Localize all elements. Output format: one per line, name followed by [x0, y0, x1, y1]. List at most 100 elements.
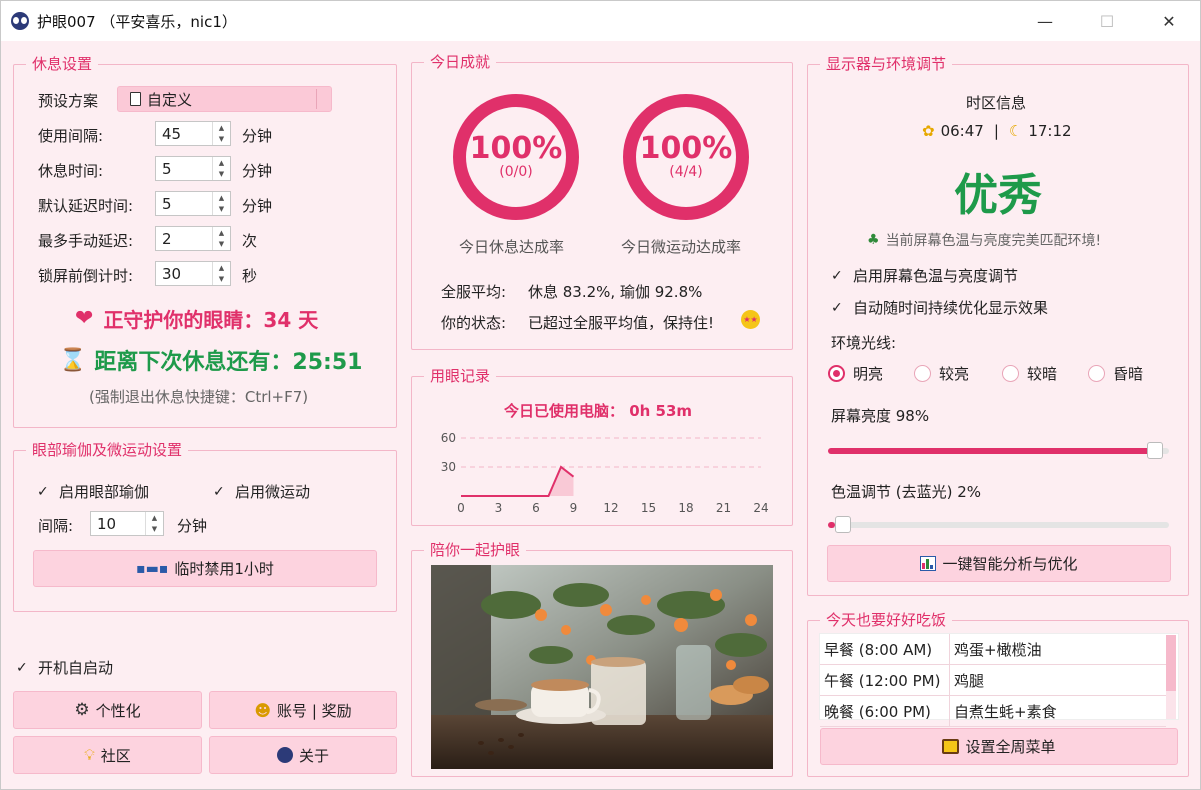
meals-table: 早餐 (8:00 AM) 鸡蛋+橄榄油 午餐 (12:00 PM) 鸡腿 晚餐 …: [819, 633, 1179, 727]
spin-arrows-icon[interactable]: ▲ ▼: [212, 227, 230, 250]
app-eyes-icon: [11, 12, 29, 30]
ambient-brighter-radio[interactable]: 较亮: [914, 363, 969, 384]
enable-yoga-label: 启用眼部瑜伽: [59, 483, 150, 501]
interval-label: 使用间隔:: [38, 127, 104, 145]
rest-time-spinbox[interactable]: 5 ▲ ▼: [155, 156, 231, 181]
max-delay-spinbox[interactable]: 2 ▲ ▼: [155, 226, 231, 251]
spin-arrows-icon[interactable]: ▲ ▼: [212, 122, 230, 145]
x-tick-label: 18: [678, 501, 693, 515]
disable-1h-button[interactable]: ▪▬▪ 临时禁用1小时: [33, 550, 377, 587]
colortemp-thumb[interactable]: [834, 516, 851, 533]
enable-micro-checkbox[interactable]: ✓ 启用微运动: [213, 481, 310, 502]
meals-scrollbar[interactable]: [1166, 635, 1176, 719]
usage-chart: 60 30 0 3 6 9 12 15 18 21 24: [441, 431, 769, 515]
yoga-interval-spinbox[interactable]: 10 ▲ ▼: [90, 511, 164, 536]
enable-auto-checkbox[interactable]: ✓ 自动随时间持续优化显示效果: [831, 297, 1048, 318]
star-eyes-icon: ★★: [741, 310, 760, 329]
colortemp-fill: [828, 522, 835, 528]
sunset-time: 17:12: [1028, 122, 1072, 140]
x-tick-label: 21: [716, 501, 731, 515]
countdown-spinbox[interactable]: 30 ▲ ▼: [155, 261, 231, 286]
community-button[interactable]: 💡︎ 社区: [13, 736, 202, 774]
meal-row[interactable]: 晚餐 (6:00 PM) 自煮生蚝+素食: [820, 695, 1166, 727]
title-bar: 护眼007 （平安喜乐，nic1） — ☐ ✕: [1, 1, 1200, 41]
colortemp-slider[interactable]: [828, 516, 1169, 533]
spin-arrows-icon[interactable]: ▲ ▼: [145, 512, 163, 535]
countdown-label: 锁屏前倒计时:: [38, 267, 134, 285]
sun-times: ✿ 06:47 | ☾ 17:12: [922, 122, 1072, 140]
enable-micro-label: 启用微运动: [235, 483, 311, 501]
check-icon: ✓: [831, 299, 843, 316]
radio-off-icon: [1088, 365, 1105, 382]
sunflower-icon: ✿: [922, 122, 935, 140]
brightness-slider[interactable]: [828, 442, 1169, 459]
brightness-thumb[interactable]: [1146, 442, 1163, 459]
autostart-checkbox[interactable]: ✓ 开机自启动: [16, 657, 113, 678]
y-tick-label: 30: [441, 460, 456, 474]
maximize-button[interactable]: ☐: [1076, 1, 1138, 41]
ambient-bright-label: 明亮: [853, 365, 884, 383]
delay-spinbox[interactable]: 5 ▲ ▼: [155, 191, 231, 216]
interval-unit: 分钟: [242, 127, 273, 145]
disable-1h-label: 临时禁用1小时: [174, 560, 274, 578]
spin-arrows-icon[interactable]: ▲ ▼: [212, 262, 230, 285]
rest-rate-value: 100%: [469, 131, 563, 166]
brightness-fill: [828, 448, 1163, 454]
yoga-title: 眼部瑜伽及微运动设置: [26, 441, 189, 459]
window-title: 护眼007 （平安喜乐，nic1）: [37, 12, 237, 31]
spin-arrows-icon[interactable]: ▲ ▼: [212, 192, 230, 215]
optimize-button[interactable]: 一键智能分析与优化: [827, 545, 1171, 582]
week-menu-button[interactable]: 设置全周菜单: [820, 728, 1178, 765]
interval-value: 45: [162, 124, 182, 143]
rest-rate-caption: 今日休息达成率: [459, 238, 565, 256]
yoga-interval-label: 间隔:: [38, 517, 74, 535]
community-label: 社区: [100, 746, 131, 765]
clover-icon: ♣: [867, 232, 880, 248]
display-title: 显示器与环境调节: [820, 55, 953, 73]
delay-unit: 分钟: [242, 197, 273, 215]
max-delay-value: 2: [162, 229, 172, 248]
usage-title: 用眼记录: [424, 367, 497, 385]
rating-text: 优秀: [954, 170, 1042, 221]
dropdown-divider: [316, 89, 317, 109]
ambient-darker-radio[interactable]: 较暗: [1002, 363, 1057, 384]
close-button[interactable]: ✕: [1138, 1, 1200, 41]
yoga-interval-value: 10: [97, 514, 117, 533]
account-button[interactable]: ☻ 账号 | 奖励: [209, 691, 397, 729]
micro-rate-value: 100%: [639, 131, 733, 166]
meal-row[interactable]: 早餐 (8:00 AM) 鸡蛋+橄榄油: [820, 633, 1166, 665]
brightness-label: 屏幕亮度 98%: [831, 407, 930, 425]
app-window: 护眼007 （平安喜乐，nic1） — ☐ ✕ 休息设置 预设方案 自定义 使用…: [0, 0, 1201, 790]
meal-food: 自煮生蚝+素食: [954, 702, 1057, 721]
colortemp-label: 色温调节 (去蓝光) 2%: [831, 483, 982, 501]
delay-value: 5: [162, 194, 172, 213]
spin-arrows-icon[interactable]: ▲ ▼: [212, 157, 230, 180]
x-tick-label: 6: [532, 501, 540, 515]
meal-row[interactable]: 午餐 (12:00 PM) 鸡腿: [820, 664, 1166, 696]
minimize-button[interactable]: —: [1014, 1, 1076, 41]
enable-adjust-checkbox[interactable]: ✓ 启用屏幕色温与亮度调节: [831, 265, 1018, 286]
bar-chart-icon: [920, 556, 937, 571]
x-tick-label: 24: [753, 501, 768, 515]
coffee-flowers-photo: [431, 565, 773, 769]
next-rest-text: 距离下次休息还有：25:51: [94, 350, 363, 375]
rest-settings-title: 休息设置: [26, 55, 99, 73]
countdown-unit: 秒: [242, 267, 258, 285]
ambient-bright-radio[interactable]: 明亮: [828, 363, 883, 384]
interval-spinbox[interactable]: 45 ▲ ▼: [155, 121, 231, 146]
preset-select[interactable]: 自定义: [117, 86, 332, 112]
yoga-interval-unit: 分钟: [177, 517, 208, 535]
smiley-icon: ☻: [254, 700, 272, 720]
timezone-label: 时区信息: [966, 94, 1027, 112]
ambient-dim-radio[interactable]: 昏暗: [1088, 363, 1143, 384]
x-tick-label: 0: [457, 501, 465, 515]
enable-yoga-checkbox[interactable]: ✓ 启用眼部瑜伽: [37, 481, 149, 502]
rest-time-label: 休息时间:: [38, 162, 104, 180]
x-tick-label: 3: [495, 501, 503, 515]
app-eyes-icon: [276, 747, 293, 763]
avg-value: 休息 83.2%, 瑜伽 92.8%: [528, 283, 703, 301]
radio-off-icon: [914, 365, 931, 382]
about-button[interactable]: 关于: [209, 736, 397, 774]
personalize-button[interactable]: ⚙ 个性化: [13, 691, 202, 729]
ambient-darker-label: 较暗: [1027, 365, 1058, 383]
